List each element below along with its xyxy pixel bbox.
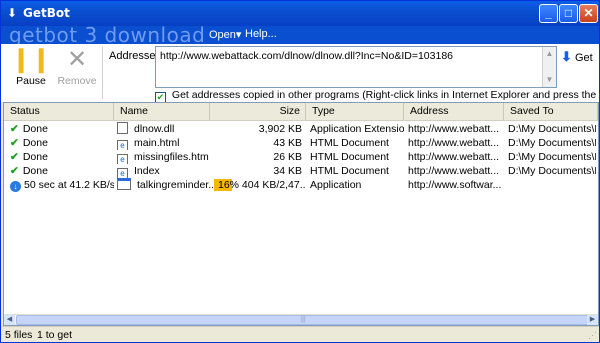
column-size[interactable]: Size — [210, 103, 306, 120]
maximize-button[interactable]: □ — [559, 4, 578, 23]
row-name: missingfiles.html — [134, 151, 209, 163]
menu-open[interactable]: Open▾ — [209, 28, 241, 41]
html-file-icon: e — [117, 140, 128, 150]
clipboard-option[interactable]: ✔ Get addresses copied in other programs… — [155, 89, 600, 103]
clipboard-label: Get addresses copied in other programs (… — [171, 89, 600, 101]
scroll-thumb[interactable]: ||| — [16, 315, 590, 325]
row-progress: 16% 404 KB/2,47... — [214, 178, 306, 192]
row-address: http://www.softwar... — [408, 179, 502, 191]
row-address: http://www.webatt... — [408, 165, 500, 177]
menu-bar: getbot 3 download Open▾ Help... — [1, 23, 599, 47]
dll-file-icon — [117, 122, 128, 134]
scroll-down-icon[interactable]: ▼ — [543, 73, 556, 86]
row-type: HTML Document — [310, 151, 389, 163]
column-name[interactable]: Name — [114, 103, 210, 120]
column-address[interactable]: Address — [404, 103, 504, 120]
file-count: 5 files — [5, 329, 33, 341]
column-saved-to[interactable]: Saved To — [504, 103, 598, 120]
addresses-input[interactable]: http://www.webattack.com/dlnow/dlnow.dll… — [155, 46, 557, 88]
download-list[interactable]: Status Name Size Type Address Saved To ✔… — [3, 102, 599, 326]
row-saved-to: D:\My Documents\M... — [508, 137, 596, 149]
addresses-value: http://www.webattack.com/dlnow/dlnow.dll… — [160, 50, 454, 62]
addresses-label: Addresses — [109, 50, 161, 62]
remove-label: Remove — [57, 75, 97, 87]
row-size: 26 KB — [273, 151, 302, 163]
minimize-button[interactable]: _ — [539, 4, 558, 23]
row-address: http://www.webatt... — [408, 123, 500, 135]
row-type: HTML Document — [310, 165, 389, 177]
table-row[interactable]: ✔ Done e Index 34 KB HTML Document http://… — [4, 164, 598, 178]
row-address: http://www.webatt... — [408, 151, 500, 163]
row-type: Application — [310, 179, 362, 191]
row-status: 50 sec at 41.2 KB/s... — [24, 179, 114, 191]
table-row[interactable]: ✔ Done dlnow.dll 3,902 KB Application Ext… — [4, 122, 598, 136]
application-file-icon — [117, 178, 131, 190]
to-get-count: 1 to get — [37, 329, 73, 341]
menu-help[interactable]: Help... — [245, 28, 277, 40]
get-label: Get — [574, 52, 593, 64]
list-header: Status Name Size Type Address Saved To — [4, 103, 598, 121]
row-type: Application Extension — [310, 123, 404, 135]
resize-grip-icon[interactable]: ⋰ — [588, 330, 597, 341]
addresses-scrollbar[interactable]: ▲ ▼ — [542, 47, 556, 87]
row-status: Done — [22, 123, 48, 135]
row-size: 3,902 KB — [258, 123, 302, 135]
done-check-icon: ✔ — [10, 151, 19, 163]
table-row[interactable]: ✔ Done e main.html 43 KB HTML Document htt… — [4, 136, 598, 150]
getbot-window: ⬇ GetBot _ □ ✕ getbot 3 download Open▾ H… — [0, 0, 600, 343]
remove-button[interactable]: ✕ Remove — [57, 46, 97, 88]
row-saved-to: D:\My Documents\M... — [508, 151, 596, 163]
done-check-icon: ✔ — [10, 137, 19, 149]
row-status: Done — [22, 165, 48, 177]
row-type: HTML Document — [310, 137, 389, 149]
table-row[interactable]: ✔ Done e missingfiles.html 26 KB HTML Docu… — [4, 150, 598, 164]
row-saved-to — [508, 178, 596, 192]
down-arrow-icon: ⬇ — [7, 6, 18, 20]
scroll-right-icon[interactable]: ▶ — [587, 315, 598, 325]
horizontal-scrollbar[interactable]: ◀ ||| ▶ — [4, 314, 598, 325]
scroll-left-icon[interactable]: ◀ — [4, 315, 15, 325]
table-row[interactable]: ↓ 50 sec at 41.2 KB/s... talkingreminder.… — [4, 178, 598, 192]
remove-x-icon: ✕ — [66, 46, 88, 73]
pause-button[interactable]: ❙❙ Pause — [11, 46, 52, 88]
downloading-icon: ↓ — [10, 181, 21, 192]
row-saved-to: D:\My Documents\M... — [508, 165, 596, 177]
window-title: GetBot — [23, 6, 70, 20]
pause-label: Pause — [16, 75, 46, 87]
html-file-icon: e — [117, 168, 128, 178]
toolbar: ❙❙ Pause ✕ Remove Addresses http://www.w… — [1, 44, 600, 103]
close-button[interactable]: ✕ — [579, 4, 598, 23]
row-size: 34 KB — [273, 165, 302, 177]
row-saved-to: D:\My Documents\M... — [508, 123, 596, 135]
pause-icon: ❙❙ — [11, 46, 52, 73]
row-size: 16% 404 KB/2,47... — [218, 179, 306, 191]
done-check-icon: ✔ — [10, 165, 19, 177]
row-name: Index — [134, 165, 160, 177]
get-button[interactable]: ⬇ Get — [561, 49, 593, 65]
get-arrow-icon: ⬇ — [561, 49, 572, 64]
row-name: dlnow.dll — [134, 123, 175, 135]
row-size: 43 KB — [273, 137, 302, 149]
status-bar: 5 files 1 to get ⋰ — [1, 326, 599, 342]
done-check-icon: ✔ — [10, 123, 19, 135]
row-status: Done — [22, 151, 48, 163]
toolbar-separator — [102, 47, 103, 99]
row-name: main.html — [134, 137, 180, 149]
chevron-down-icon: ▾ — [235, 29, 242, 41]
column-status[interactable]: Status — [4, 103, 114, 120]
row-status: Done — [22, 137, 48, 149]
scroll-up-icon[interactable]: ▲ — [543, 47, 556, 60]
row-address: http://www.webatt... — [408, 137, 500, 149]
html-file-icon: e — [117, 154, 128, 164]
row-name: talkingreminder... — [137, 179, 213, 191]
column-type[interactable]: Type — [306, 103, 404, 120]
